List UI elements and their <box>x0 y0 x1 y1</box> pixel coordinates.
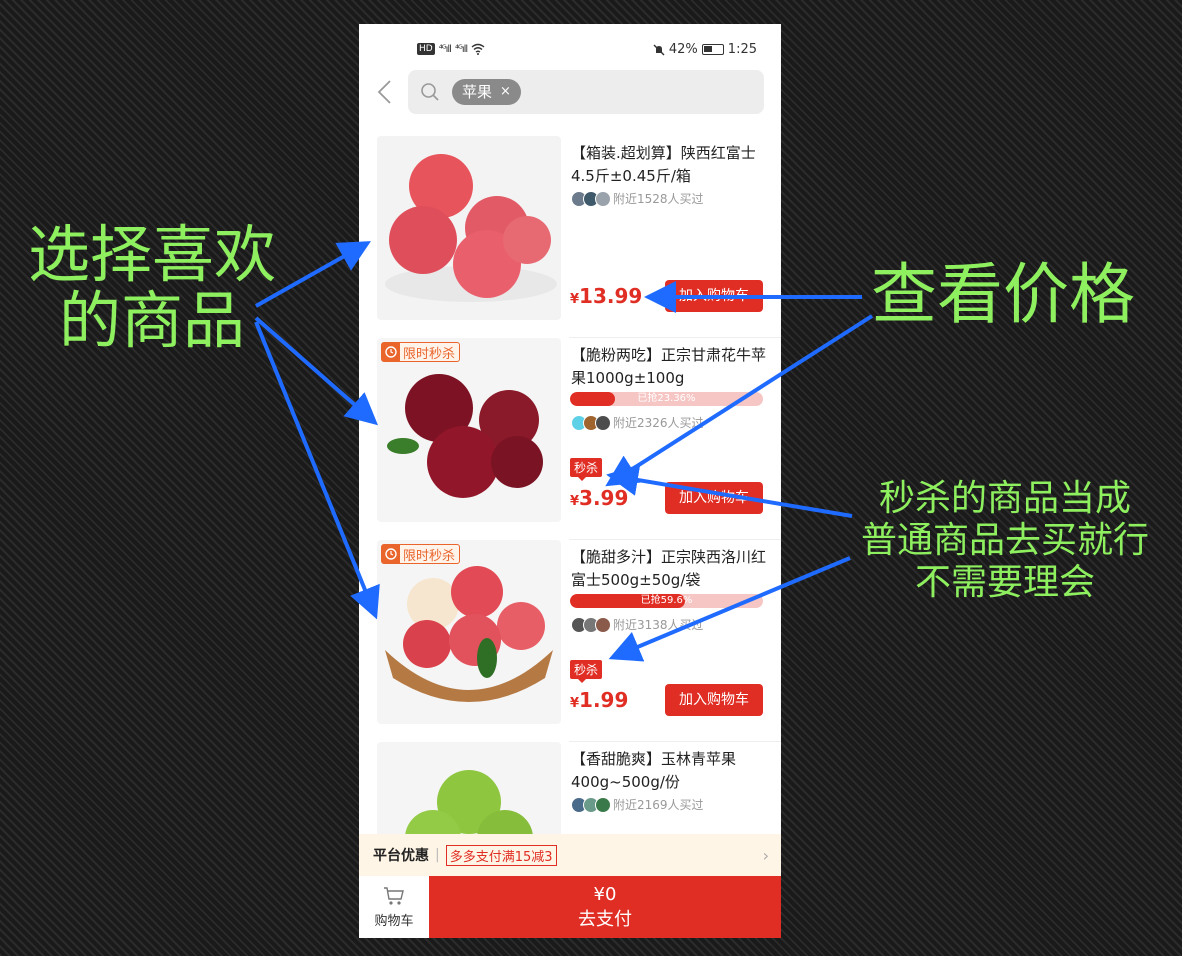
annotation-choose: 选择喜欢 的商品 <box>12 222 292 354</box>
product-title[interactable]: 【脆粉两吃】正宗甘肃花牛苹果1000g±100g <box>571 344 767 390</box>
product-title[interactable]: 【箱装.超划算】陕西红富士4.5斤±0.45斤/箱 <box>571 142 767 188</box>
status-right: 42% 1:25 <box>653 42 757 57</box>
flash-sale-tag: 限时秒杀 <box>381 342 461 362</box>
promo-offer: 多多支付满15减3 <box>445 844 557 866</box>
status-left: HD ⁴ᴳıll ⁴ᴳıll <box>417 43 485 55</box>
promo-label: 平台优惠 <box>373 848 429 864</box>
annotation-line: 不需要理会 <box>914 562 1095 603</box>
buyer-count: 附近3138人买过 <box>613 618 704 632</box>
cart-tab[interactable]: 购物车 <box>359 876 429 938</box>
buyer-avatars <box>571 190 611 207</box>
add-to-cart-button[interactable]: 加入购物车 <box>665 482 763 514</box>
annotation-line: 普通商品去买就行 <box>860 520 1149 561</box>
search-row: 苹果 × <box>359 70 781 116</box>
search-input[interactable]: 苹果 × <box>408 70 764 114</box>
buyer-avatars <box>571 616 611 633</box>
buyer-info: 附近3138人买过 <box>571 616 704 633</box>
buyer-info: 附近2326人买过 <box>571 414 704 431</box>
battery-icon <box>701 44 724 55</box>
cart-tab-label: 购物车 <box>374 914 414 929</box>
wifi-icon <box>471 43 485 55</box>
price-value: 3.99 <box>579 486 629 510</box>
chip-label: 苹果 <box>462 83 493 101</box>
annotation-price: 查看价格 <box>871 256 1135 333</box>
arrow-to-product-3 <box>254 321 380 620</box>
dark-red-apples-image <box>377 338 561 522</box>
buyer-info: 附近2169人买过 <box>571 796 704 813</box>
currency-symbol: ¥ <box>570 494 580 509</box>
annotation-line: 的商品 <box>58 284 245 357</box>
pay-amount: ¥0 <box>593 884 617 905</box>
cart-icon <box>384 887 404 905</box>
hd-icon: HD <box>417 43 435 55</box>
annotation-line: 秒杀的商品当成 <box>878 478 1131 519</box>
product-image[interactable] <box>377 136 561 320</box>
add-to-cart-button[interactable]: 加入购物车 <box>665 684 763 716</box>
product-card[interactable]: 限时秒杀 【脆甜多汁】正宗陕西洛川红富士500g±50g/袋 已抢59.6% 附… <box>359 540 781 742</box>
clock-icon <box>382 545 400 563</box>
buyer-info: 附近1528人买过 <box>571 190 704 207</box>
status-bar: HD ⁴ᴳıll ⁴ᴳıll 42% 1:25 <box>359 24 781 64</box>
signal-icon: ⁴ᴳıll <box>438 43 452 55</box>
seckill-badge: 秒杀 <box>570 660 603 683</box>
promo-divider: | <box>435 847 440 863</box>
currency-symbol: ¥ <box>570 696 580 711</box>
buyer-avatars <box>571 414 611 431</box>
annotation-seckill: 秒杀的商品当成 普通商品去买就行 不需要理会 <box>840 478 1170 604</box>
red-apples-image <box>377 136 561 320</box>
buyer-count: 附近2169人买过 <box>613 798 704 812</box>
product-title[interactable]: 【香甜脆爽】玉林青苹果400g~500g/份 <box>571 748 767 794</box>
price-value: 1.99 <box>579 688 629 712</box>
battery-percent: 42% <box>668 42 698 57</box>
platform-promo-bar[interactable]: 平台优惠 | 多多支付满15减3 › <box>359 834 781 876</box>
product-image[interactable]: 限时秒杀 <box>377 338 561 522</box>
signal-icon-2: ⁴ᴳıll <box>454 43 468 55</box>
clock-icon <box>382 343 400 361</box>
progress-text: 已抢23.36% <box>637 393 696 404</box>
product-price: ¥3.99 <box>570 486 628 510</box>
product-price: ¥1.99 <box>570 688 628 712</box>
phone-screen: HD ⁴ᴳıll ⁴ᴳıll 42% 1:25 苹果 × 【箱装.超划算】陕西红… <box>359 24 781 938</box>
search-icon <box>421 83 439 101</box>
product-title[interactable]: 【脆甜多汁】正宗陕西洛川红富士500g±50g/袋 <box>571 546 767 592</box>
pay-label: 去支付 <box>578 909 632 930</box>
buyer-count: 附近2326人买过 <box>613 416 704 430</box>
price-value: 13.99 <box>579 284 643 308</box>
chip-close-icon[interactable]: × <box>500 79 511 105</box>
product-price: ¥13.99 <box>570 284 642 308</box>
flash-sale-label: 限时秒杀 <box>403 548 456 564</box>
search-keyword-chip[interactable]: 苹果 × <box>452 79 521 105</box>
product-card[interactable]: 【箱装.超划算】陕西红富士4.5斤±0.45斤/箱 附近1528人买过 ¥13.… <box>359 136 781 338</box>
progress-text: 已抢59.6% <box>640 595 693 606</box>
currency-symbol: ¥ <box>570 292 580 307</box>
apple-basket-image <box>377 540 561 724</box>
annotation-line: 选择喜欢 <box>27 218 276 291</box>
back-arrow-icon[interactable] <box>377 80 391 104</box>
flash-sale-tag: 限时秒杀 <box>381 544 461 564</box>
flash-sale-label: 限时秒杀 <box>403 346 456 362</box>
bottom-bar: 购物车 ¥0 去支付 <box>359 876 781 938</box>
clock-time: 1:25 <box>727 42 757 57</box>
buyer-avatars <box>571 796 611 813</box>
product-card[interactable]: 限时秒杀 【脆粉两吃】正宗甘肃花牛苹果1000g±100g 已抢23.36% 附… <box>359 338 781 540</box>
pay-button[interactable]: ¥0 去支付 <box>429 876 781 938</box>
add-to-cart-button[interactable]: 加入购物车 <box>665 280 763 312</box>
product-image[interactable]: 限时秒杀 <box>377 540 561 724</box>
seckill-badge: 秒杀 <box>570 458 603 481</box>
buyer-count: 附近1528人买过 <box>613 192 704 206</box>
chevron-right-icon: › <box>762 846 769 865</box>
sale-progress-bar: 已抢23.36% <box>570 392 763 406</box>
mute-bell-icon <box>653 44 665 55</box>
sale-progress-bar: 已抢59.6% <box>570 594 763 608</box>
